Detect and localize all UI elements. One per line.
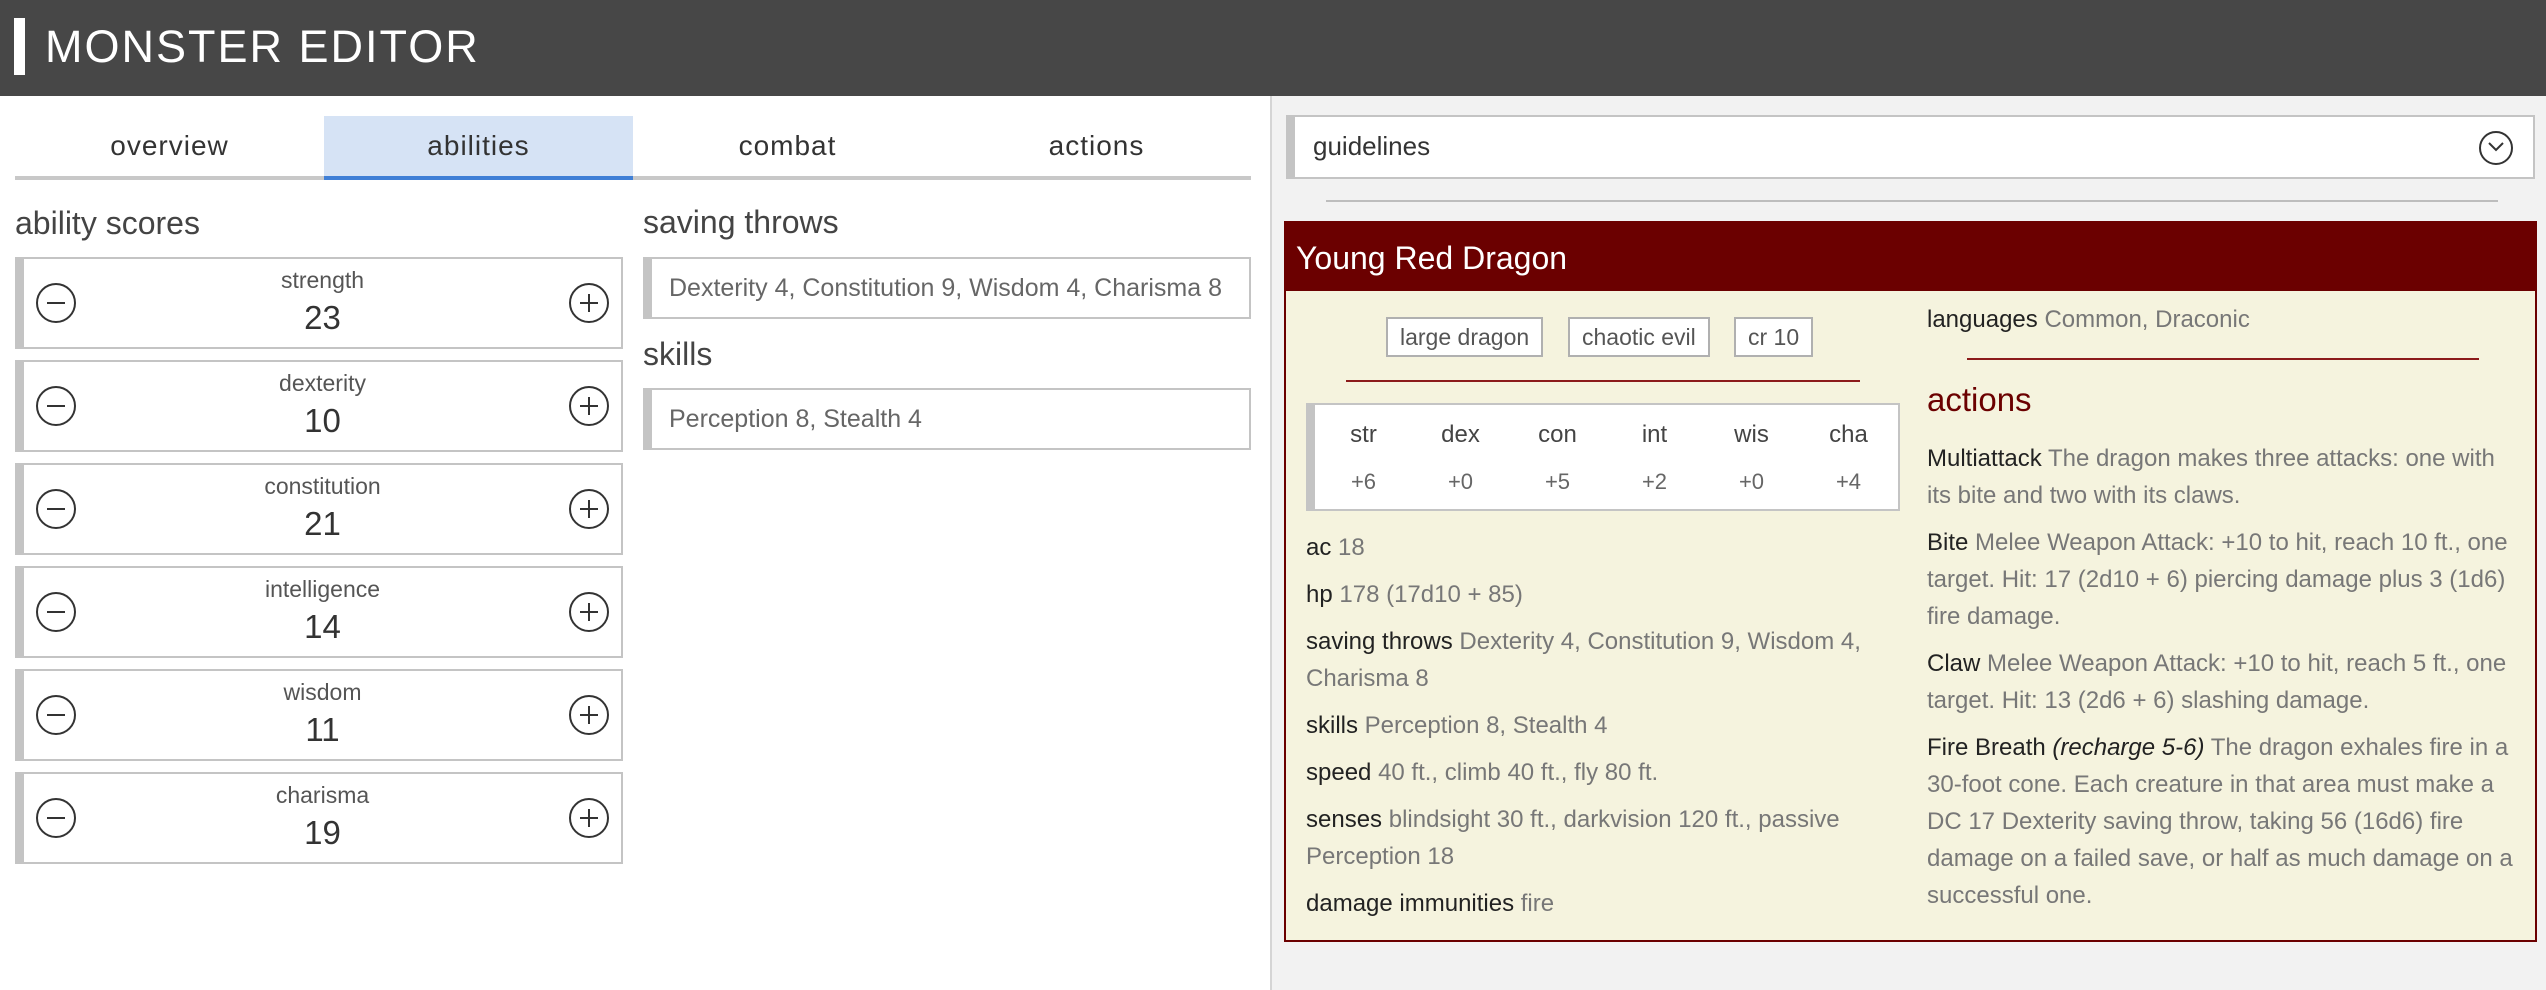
ability-label: con xyxy=(1538,421,1577,448)
score-name: dexterity xyxy=(279,370,366,396)
monster-name: Young Red Dragon xyxy=(1296,240,1568,276)
saving-throws-field[interactable]: Dexterity 4, Constitution 9, Wisdom 4, C… xyxy=(643,257,1251,319)
ability-label: str xyxy=(1350,421,1377,448)
app-title: MONSTER EDITOR xyxy=(45,21,480,72)
ability-modifiers-table: str +6 dex +0 con +5 int +2 wis +0 cha +… xyxy=(1306,403,1900,511)
increment-dexterity-button[interactable] xyxy=(569,386,609,426)
prop-label: saving throws xyxy=(1306,628,1453,655)
ability-label: int xyxy=(1641,421,1668,448)
ability-mod: +2 xyxy=(1641,469,1668,494)
tab-overview[interactable]: overview xyxy=(15,116,324,176)
prop-label: speed xyxy=(1306,759,1372,786)
chevron-down-icon[interactable] xyxy=(2479,131,2513,165)
guidelines-dropdown[interactable]: guidelines xyxy=(1286,115,2535,179)
score-value: 10 xyxy=(304,402,341,439)
prop-value: 178 (17d10 + 85) xyxy=(1339,581,1523,608)
prop-label: ac xyxy=(1306,534,1332,561)
score-value: 19 xyxy=(304,814,341,851)
score-value: 11 xyxy=(305,711,340,748)
score-card-wisdom: wisdom 11 xyxy=(15,669,623,761)
prop-value: 40 ft., climb 40 ft., fly 80 ft. xyxy=(1378,759,1659,786)
action-name: Multiattack xyxy=(1927,445,2042,472)
prop-saving-throws: saving throws Dexterity 4, Constitution … xyxy=(1306,623,1906,697)
editor-panel: overview abilities combat actions abilit… xyxy=(0,96,1269,990)
score-name: charisma xyxy=(275,782,370,808)
tab-abilities[interactable]: abilities xyxy=(324,116,633,180)
prop-hp: hp 178 (17d10 + 85) xyxy=(1306,576,1906,613)
stat-block: Young Red Dragon large dragon chaotic ev… xyxy=(1284,221,2537,942)
skills-title: skills xyxy=(643,336,713,372)
tab-actions[interactable]: actions xyxy=(942,116,1251,176)
action-text: Melee Weapon Attack: +10 to hit, reach 5… xyxy=(1927,650,2507,714)
prop-label: senses xyxy=(1306,806,1383,833)
ability-mod: +0 xyxy=(1447,469,1474,494)
action-bite: Bite Melee Weapon Attack: +10 to hit, re… xyxy=(1927,524,2519,635)
prop-label: hp xyxy=(1306,581,1333,608)
saving-throws-title: saving throws xyxy=(643,204,839,240)
score-card-strength: strength 23 xyxy=(15,257,623,349)
actions-title: actions xyxy=(1927,381,2032,418)
tab-bar: overview abilities combat actions xyxy=(15,116,1251,180)
score-value: 14 xyxy=(304,608,341,645)
prop-label: languages xyxy=(1927,306,2038,333)
tab-combat[interactable]: combat xyxy=(633,116,942,176)
divider xyxy=(1326,200,2498,202)
prop-value: Common, Draconic xyxy=(2044,306,2250,333)
prop-value: blindsight 30 ft., darkvision 120 ft., p… xyxy=(1306,806,1840,870)
red-divider xyxy=(1346,380,1860,382)
action-name: Fire Breath xyxy=(1927,734,2046,761)
ability-mod: +6 xyxy=(1350,469,1377,494)
score-value: 23 xyxy=(304,299,341,336)
action-recharge: (recharge 5-6) xyxy=(2052,734,2205,761)
score-card-intelligence: intelligence 14 xyxy=(15,566,623,658)
action-name: Bite xyxy=(1927,529,1969,556)
prop-senses: senses blindsight 30 ft., darkvision 120… xyxy=(1306,801,1906,875)
score-name: intelligence xyxy=(264,576,381,602)
increment-charisma-button[interactable] xyxy=(569,798,609,838)
skills-field[interactable]: Perception 8, Stealth 4 xyxy=(643,388,1251,450)
app-header: MONSTER EDITOR xyxy=(0,0,2546,96)
stat-block-header: Young Red Dragon xyxy=(1286,223,2535,291)
score-name: constitution xyxy=(264,473,381,499)
prop-label: skills xyxy=(1306,712,1358,739)
ability-label: dex xyxy=(1441,421,1480,448)
ability-mod: +5 xyxy=(1544,469,1571,494)
prop-value: fire xyxy=(1520,890,1555,917)
prop-skills: skills Perception 8, Stealth 4 xyxy=(1306,707,1906,744)
action-multiattack: Multiattack The dragon makes three attac… xyxy=(1927,440,2519,514)
tag-size-type: large dragon xyxy=(1386,317,1544,357)
prop-languages: languages Common, Draconic xyxy=(1927,301,2519,338)
guidelines-label: guidelines xyxy=(1313,131,1431,161)
ability-label: cha xyxy=(1829,421,1868,448)
increment-constitution-button[interactable] xyxy=(569,489,609,529)
increment-strength-button[interactable] xyxy=(569,283,609,323)
action-name: Claw xyxy=(1927,650,1981,677)
prop-value: Perception 8, Stealth 4 xyxy=(1364,712,1608,739)
red-divider xyxy=(1967,358,2479,360)
score-card-charisma: charisma 19 xyxy=(15,772,623,864)
ability-scores-title: ability scores xyxy=(15,205,200,241)
ability-label: wis xyxy=(1734,421,1769,448)
header-accent-bar xyxy=(14,18,25,75)
prop-speed: speed 40 ft., climb 40 ft., fly 80 ft. xyxy=(1306,754,1906,791)
preview-panel: guidelines Young Red Dragon large dragon… xyxy=(1270,96,2546,990)
ability-mod: +4 xyxy=(1835,469,1862,494)
score-name: wisdom xyxy=(283,679,362,705)
prop-label: damage immunities xyxy=(1306,890,1515,917)
score-card-constitution: constitution 21 xyxy=(15,463,623,555)
prop-value: 18 xyxy=(1338,534,1365,561)
tag-alignment: chaotic evil xyxy=(1568,317,1710,357)
prop-ac: ac 18 xyxy=(1306,529,1906,566)
action-claw: Claw Melee Weapon Attack: +10 to hit, re… xyxy=(1927,645,2519,719)
increment-wisdom-button[interactable] xyxy=(569,695,609,735)
tag-cr: cr 10 xyxy=(1734,317,1814,357)
action-fire-breath: Fire Breath (recharge 5-6) The dragon ex… xyxy=(1927,729,2519,914)
prop-damage-immunities: damage immunities fire xyxy=(1306,885,1906,922)
score-card-dexterity: dexterity 10 xyxy=(15,360,623,452)
increment-intelligence-button[interactable] xyxy=(569,592,609,632)
score-name: strength xyxy=(280,267,365,293)
score-value: 21 xyxy=(304,505,341,542)
action-text: Melee Weapon Attack: +10 to hit, reach 1… xyxy=(1927,529,2508,630)
ability-mod: +0 xyxy=(1738,469,1765,494)
